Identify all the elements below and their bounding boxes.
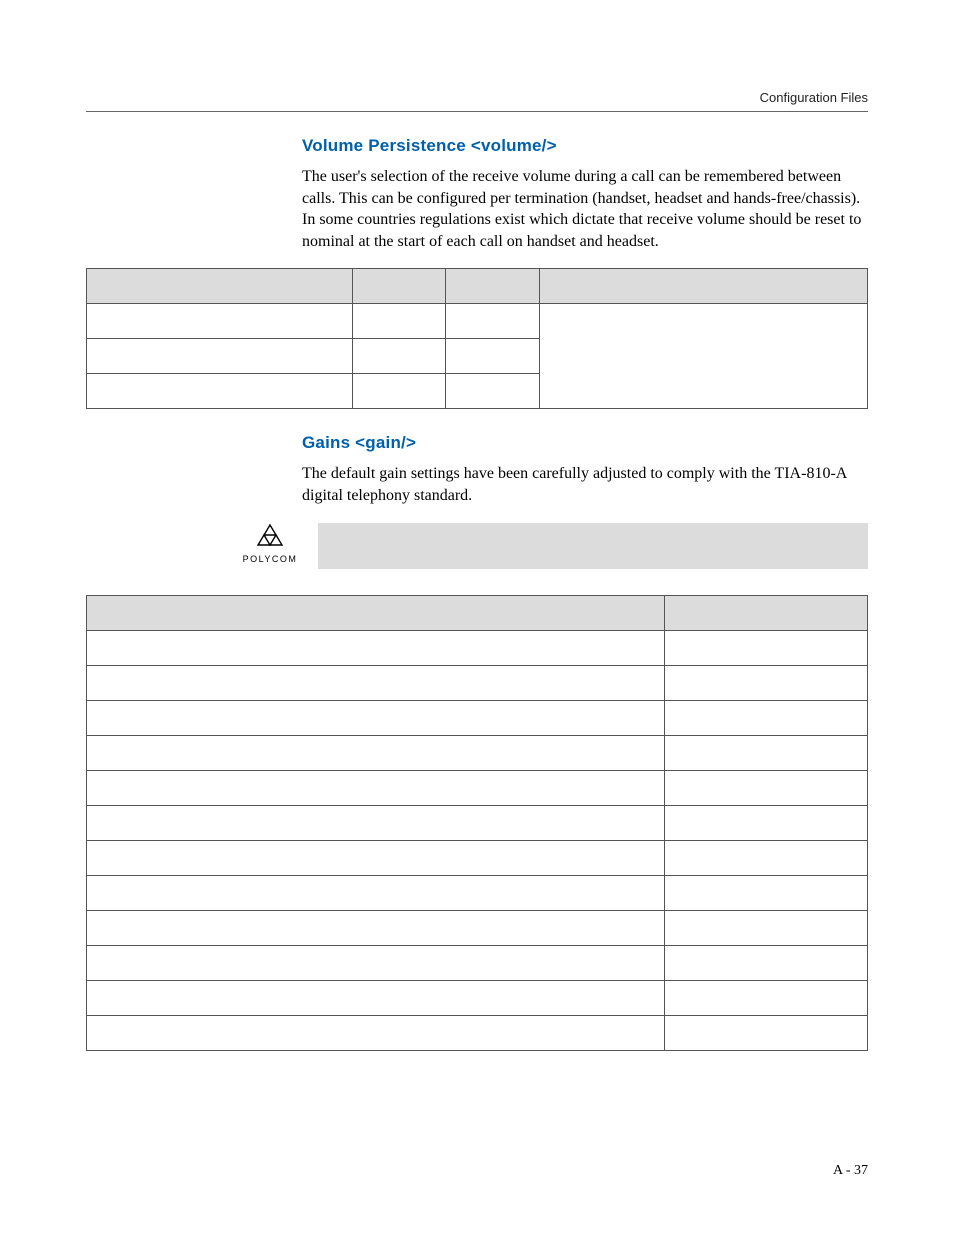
table-cell [664,700,867,735]
section-gains: Gains <gain/> The default gain settings … [302,433,868,506]
table-row [87,304,868,339]
note-box [318,523,868,569]
page: Configuration Files Volume Persistence <… [0,0,954,1235]
table-row [87,665,868,700]
table-cell [87,980,665,1015]
table-cell [664,1015,867,1050]
table-cell [664,910,867,945]
table-gain-settings [86,595,868,1051]
table-row [87,805,868,840]
table-header-cell [664,595,867,630]
table-row [87,700,868,735]
table-header-row [87,269,868,304]
table-cell [87,805,665,840]
header-rule [86,111,868,112]
table-cell [664,805,867,840]
table-cell [664,945,867,980]
polycom-mark-icon [236,523,304,552]
table-cell [664,735,867,770]
table-cell [352,304,446,339]
table-cell [87,1015,665,1050]
table-cell [87,665,665,700]
table-cell [664,770,867,805]
table-header-cell [87,595,665,630]
table-cell [87,304,353,339]
table-cell [87,770,665,805]
page-number: A - 37 [833,1163,868,1179]
table-row [87,770,868,805]
polycom-brand-text: POLYCOM [236,554,304,564]
table-cell [664,630,867,665]
table-row [87,1015,868,1050]
table-row [87,910,868,945]
table-cell [664,875,867,910]
section-body: The user's selection of the receive volu… [302,166,868,252]
table-cell [87,735,665,770]
table-cell [664,840,867,875]
running-head: Configuration Files [86,90,868,105]
polycom-logo: POLYCOM [236,523,304,564]
section-title: Volume Persistence <volume/> [302,136,868,156]
table-cell [664,665,867,700]
table-row [87,735,868,770]
section-title: Gains <gain/> [302,433,868,453]
table-cell [87,339,353,374]
table-row [87,980,868,1015]
section-body: The default gain settings have been care… [302,463,868,506]
table-cell [87,945,665,980]
table-cell [87,630,665,665]
section-volume-persistence: Volume Persistence <volume/> The user's … [302,136,868,252]
table-header-row [87,595,868,630]
table-cell [539,304,867,409]
table-cell [87,700,665,735]
table-cell [87,840,665,875]
table-header-cell [87,269,353,304]
table-cell [87,875,665,910]
table-cell [446,304,540,339]
table-row [87,875,868,910]
table-cell [352,339,446,374]
table-cell [87,910,665,945]
table-row [87,945,868,980]
table-header-cell [352,269,446,304]
table-header-cell [539,269,867,304]
table-cell [352,374,446,409]
table-cell [446,339,540,374]
table-cell [87,374,353,409]
table-cell [446,374,540,409]
note-row: POLYCOM [236,523,868,569]
table-row [87,840,868,875]
table-row [87,630,868,665]
table-header-cell [446,269,540,304]
table-volume-persistence [86,268,868,409]
table-cell [664,980,867,1015]
